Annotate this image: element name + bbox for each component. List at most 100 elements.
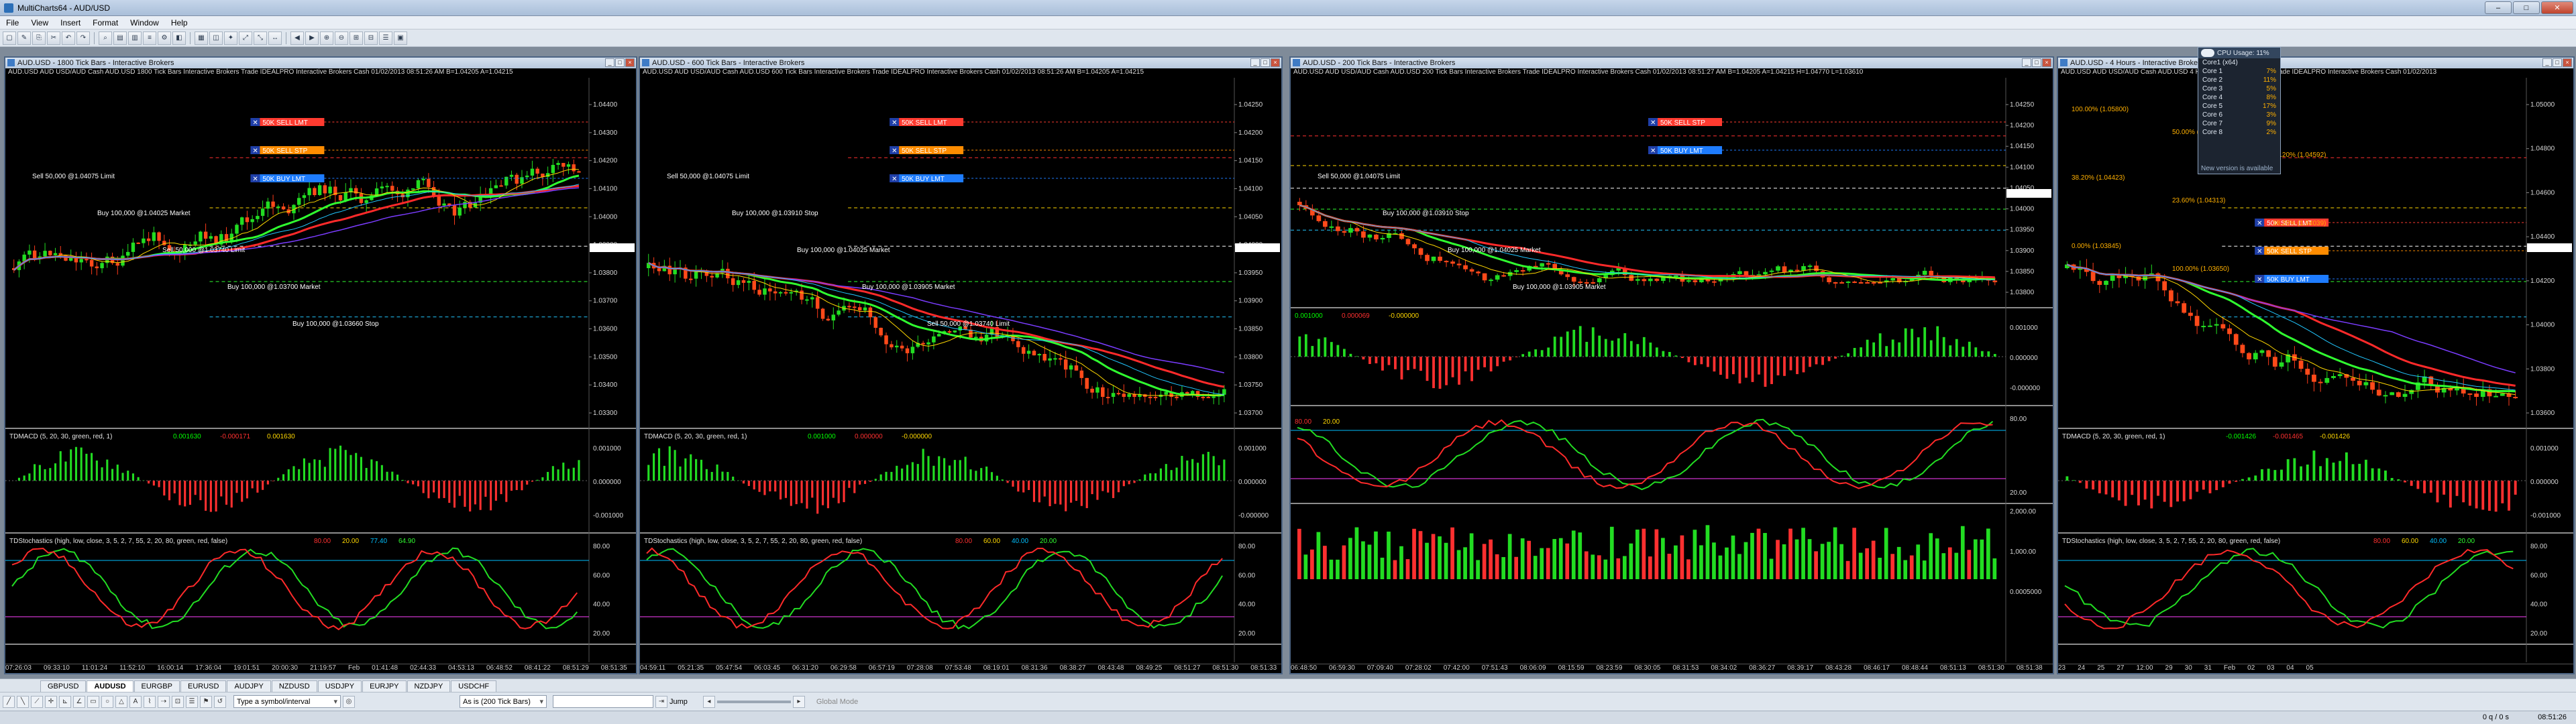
tab-usdchf[interactable]: USDCHF	[451, 680, 497, 692]
maximize-icon[interactable]: □	[615, 58, 625, 67]
redo-icon[interactable]: ↷	[76, 31, 90, 45]
undo-icon[interactable]: ↶	[62, 31, 75, 45]
draw-tool-9-icon[interactable]: A	[129, 695, 142, 708]
zoom-slider-icon[interactable]: ◂	[702, 695, 715, 708]
order-tag[interactable]: ✕ 50K SELL STP	[250, 146, 325, 155]
list-icon[interactable]: ☰	[379, 31, 392, 45]
candles-icon[interactable]: ▥	[128, 31, 142, 45]
grid-icon[interactable]: ▦	[195, 31, 208, 45]
zoom-slider[interactable]	[716, 700, 791, 703]
draw-tool-7-icon[interactable]: ○	[101, 695, 113, 708]
chart-canvas[interactable]: 1.042501.042001.041501.041001.040501.040…	[1291, 78, 2053, 662]
shrink-icon[interactable]: ⤡	[254, 31, 267, 45]
maximize-icon[interactable]: □	[1260, 58, 1270, 67]
draw-tool-3-icon[interactable]: ✛	[45, 695, 57, 708]
remove-icon[interactable]: ⊟	[364, 31, 378, 45]
menu-file[interactable]: File	[0, 18, 25, 27]
draw-tool-11-icon[interactable]: ⇢	[158, 695, 170, 708]
minimize-icon[interactable]: _	[605, 58, 614, 67]
apply-icon[interactable]: ◎	[343, 695, 355, 708]
close-button[interactable]: ✕	[2541, 1, 2573, 14]
chevron-down-icon[interactable]: ▾	[539, 697, 543, 706]
minimize-button[interactable]: –	[2485, 1, 2512, 14]
frame-icon[interactable]: ▣	[394, 31, 407, 45]
order-tag[interactable]: ✕ 50K BUY LMT	[1648, 146, 1722, 155]
forward-icon[interactable]: ▶	[305, 31, 319, 45]
order-tag[interactable]: ✕ 50K SELL LMT	[250, 118, 325, 127]
order-tag[interactable]: ✕ 50K BUY LMT	[2255, 275, 2329, 284]
chart-window[interactable]: AUD.USD - 200 Tick Bars - Interactive Br…	[1289, 56, 2054, 674]
chart-canvas[interactable]: 1.042501.042001.041501.041001.040501.040…	[640, 78, 1281, 662]
back-icon[interactable]: ◀	[290, 31, 304, 45]
chart-window[interactable]: AUD.USD - 4 Hours - Interactive Brokers _…	[2057, 56, 2575, 674]
chevron-down-icon[interactable]: ▾	[333, 697, 337, 706]
close-icon[interactable]: ×	[2042, 58, 2051, 67]
chart-canvas[interactable]: 1.044001.043001.042001.041001.040001.039…	[5, 78, 636, 662]
order-tag[interactable]: ✕ 50K SELL STP	[1648, 118, 1722, 127]
draw-tool-10-icon[interactable]: ⌇	[144, 695, 156, 708]
zoom-out-icon[interactable]: ⊖	[335, 31, 348, 45]
time-axis[interactable]: 23 24 25 27 12:00 29 30 31 Feb 02 03 04 05	[2058, 664, 2573, 673]
order-tag[interactable]: ✕ 50K SELL LMT	[890, 118, 964, 127]
mark-icon[interactable]: ✦	[224, 31, 237, 45]
tab-usdjpy[interactable]: USDJPY	[317, 680, 362, 692]
scroll-icon[interactable]: ↔	[268, 31, 282, 45]
edit-icon[interactable]: ✎	[17, 31, 31, 45]
jump-date-input[interactable]	[553, 695, 653, 708]
cut-icon[interactable]: ✂	[47, 31, 60, 45]
tab-eurgbp[interactable]: EURGBP	[133, 680, 180, 692]
minimize-icon[interactable]: _	[2542, 58, 2552, 67]
menu-view[interactable]: View	[25, 18, 54, 27]
menu-window[interactable]: Window	[124, 18, 165, 27]
layout-icon[interactable]: ◧	[172, 31, 186, 45]
chart-window-title[interactable]: AUD.USD - 600 Tick Bars - Interactive Br…	[640, 58, 1281, 68]
chart-canvas[interactable]: 1.05000 1.04800 1.04600 1.04400 1.04200 1.040…	[2058, 78, 2573, 662]
draw-tool-2-icon[interactable]: ⟋	[31, 695, 43, 708]
tab-eurusd[interactable]: EURUSD	[180, 680, 227, 692]
chart-window[interactable]: AUD.USD - 600 Tick Bars - Interactive Br…	[639, 56, 1283, 674]
find-icon[interactable]: ⌕	[99, 31, 112, 45]
maximize-icon[interactable]: □	[2553, 58, 2562, 67]
order-tag[interactable]: ✕ 50K BUY LMT	[890, 174, 964, 183]
time-axis[interactable]: 07:26:03 09:33:10 11:01:24 11:52:10 16:00:14…	[5, 664, 636, 673]
chart-window[interactable]: AUD.USD - 1800 Tick Bars - Interactive B…	[4, 56, 637, 674]
draw-tool-6-icon[interactable]: ▭	[87, 695, 99, 708]
interval-combo[interactable]: As is (200 Tick Bars) ▾	[460, 695, 547, 708]
menu-insert[interactable]: Insert	[54, 18, 87, 27]
order-tag[interactable]: ✕ 50K SELL STP	[2255, 247, 2329, 255]
copy-icon[interactable]: ⎘	[32, 31, 46, 45]
symbol-input[interactable]: Type a symbol/interval ▾	[233, 695, 341, 708]
maximize-button[interactable]: □	[2513, 1, 2540, 14]
close-icon[interactable]: ×	[625, 58, 635, 67]
order-tag[interactable]: ✕ 50K BUY LMT	[250, 174, 325, 183]
tab-nzdusd[interactable]: NZDUSD	[271, 680, 317, 692]
draw-tool-13-icon[interactable]: ☰	[186, 695, 198, 708]
lines-icon[interactable]: ≡	[143, 31, 156, 45]
jump-icon[interactable]: ⇥	[655, 695, 667, 708]
draw-tool-0-icon[interactable]: ╱	[3, 695, 15, 708]
zoom-slider-right-icon[interactable]: ▸	[792, 695, 805, 708]
tab-audjpy[interactable]: AUDJPY	[227, 680, 271, 692]
chart-window-title[interactable]: AUD.USD - 1800 Tick Bars - Interactive B…	[5, 58, 636, 68]
add-icon[interactable]: ⊞	[350, 31, 363, 45]
close-icon[interactable]: ×	[2563, 58, 2572, 67]
chart-window-title[interactable]: AUD.USD - 4 Hours - Interactive Brokers _…	[2058, 58, 2573, 68]
draw-tool-1-icon[interactable]: ╲	[17, 695, 29, 708]
draw-tool-4-icon[interactable]: ⊾	[59, 695, 71, 708]
bars-icon[interactable]: ▤	[113, 31, 127, 45]
menu-help[interactable]: Help	[165, 18, 194, 27]
minimize-icon[interactable]: _	[1250, 58, 1260, 67]
maximize-icon[interactable]: □	[2032, 58, 2041, 67]
cpu-footer[interactable]: New version is available	[2201, 165, 2273, 172]
draw-tool-15-icon[interactable]: ↺	[214, 695, 226, 708]
time-axis[interactable]: 06:48:50 06:59:30 07:09:40 07:28:02 07:42:00…	[1291, 664, 2053, 673]
global-mode-label[interactable]: Global Mode	[816, 698, 858, 706]
time-axis[interactable]: 04:59:11 05:21:35 05:47:54 06:03:45 06:31:20…	[640, 664, 1281, 673]
close-icon[interactable]: ×	[1271, 58, 1280, 67]
tab-nzdjpy[interactable]: NZDJPY	[407, 680, 451, 692]
expand-icon[interactable]: ⤢	[239, 31, 252, 45]
tab-audusd[interactable]: AUDUSD	[87, 680, 133, 692]
tab-gbpusd[interactable]: GBPUSD	[40, 680, 87, 692]
minimize-icon[interactable]: _	[2022, 58, 2031, 67]
draw-tool-14-icon[interactable]: ⚑	[200, 695, 212, 708]
